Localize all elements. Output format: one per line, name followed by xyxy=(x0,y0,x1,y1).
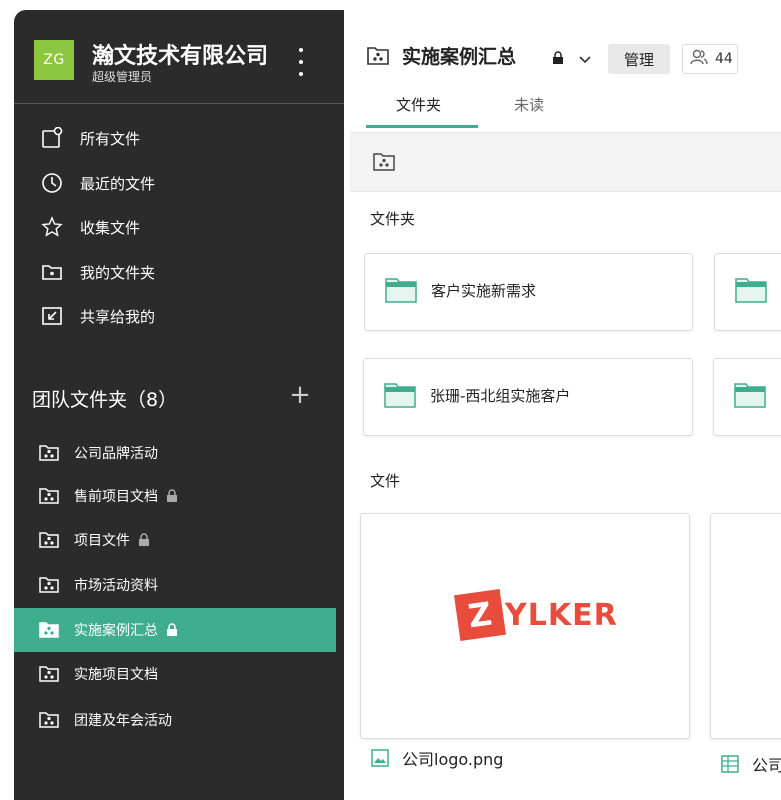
lock-icon xyxy=(552,50,564,69)
folder-card[interactable]: 客户实施新需求 xyxy=(364,253,693,331)
team-folder-icon xyxy=(39,445,59,461)
team-folders-heading: 团队文件夹（8） xyxy=(32,389,178,411)
team-folder-label: 团建及年会活动 xyxy=(74,713,172,729)
manage-button[interactable]: 管理 xyxy=(608,44,670,74)
org-avatar: ZG xyxy=(34,40,74,80)
lock-icon xyxy=(166,623,178,637)
sidebar-item-shared[interactable]: 共享给我的 xyxy=(14,296,344,336)
page-title: 实施案例汇总 xyxy=(402,46,517,68)
team-folder-icon[interactable] xyxy=(372,150,396,174)
tab-folders[interactable]: 文件夹 xyxy=(396,94,441,115)
members-icon xyxy=(689,48,709,70)
chevron-down-icon[interactable] xyxy=(578,50,592,69)
spreadsheet-file-icon xyxy=(721,755,739,773)
sidebar-item-label: 共享给我的 xyxy=(80,307,156,326)
file-card[interactable] xyxy=(710,513,781,739)
team-folder-item[interactable]: 项目文件 xyxy=(14,518,336,562)
sidebar-item-all-files[interactable]: 所有文件 xyxy=(14,118,344,158)
my-folder-icon xyxy=(40,260,64,284)
team-folder-icon xyxy=(39,577,59,593)
lock-icon xyxy=(138,533,150,547)
team-folder-label: 实施案例汇总 xyxy=(74,623,158,639)
org-name: 瀚文技术有限公司 xyxy=(92,44,269,69)
sidebar: ZG 瀚文技术有限公司 超级管理员 所有文件 最近的文件 收集文件 我的文件夹 … xyxy=(14,10,344,800)
image-file-icon xyxy=(371,749,389,767)
team-folder-icon xyxy=(39,712,59,728)
folder-card[interactable] xyxy=(713,358,781,436)
members-count: 44 xyxy=(715,51,733,67)
team-folder-item[interactable]: 实施项目文档 xyxy=(14,652,336,696)
file-name: 公司logo.png xyxy=(402,750,504,769)
file-name: 公司 xyxy=(752,756,781,775)
team-folder-item[interactable]: 团建及年会活动 xyxy=(14,698,336,742)
team-folder-label: 公司品牌活动 xyxy=(74,446,158,462)
team-folder-item[interactable]: 售前项目文档 xyxy=(14,474,336,518)
team-folder-label: 市场活动资料 xyxy=(74,578,158,594)
add-team-folder-button[interactable]: + xyxy=(288,382,312,408)
folder-icon xyxy=(735,278,767,303)
folder-name: 张珊-西北组实施客户 xyxy=(430,387,571,405)
folder-icon xyxy=(385,278,417,303)
folder-card[interactable]: 张珊-西北组实施客户 xyxy=(363,358,693,436)
sidebar-item-recent[interactable]: 最近的文件 xyxy=(14,163,344,203)
team-folder-item-active[interactable]: 实施案例汇总 xyxy=(14,608,336,652)
team-folder-icon xyxy=(367,47,389,65)
team-folder-icon xyxy=(39,488,59,504)
star-icon xyxy=(40,215,64,239)
team-folder-item[interactable]: 公司品牌活动 xyxy=(14,431,336,475)
folder-name: 客户实施新需求 xyxy=(431,282,537,300)
file-card[interactable]: Z YLKER xyxy=(360,513,690,739)
sidebar-item-label: 我的文件夹 xyxy=(80,263,156,282)
sidebar-item-label: 收集文件 xyxy=(80,218,141,237)
team-folder-icon xyxy=(39,532,59,548)
all-files-icon xyxy=(40,126,64,150)
more-menu-icon[interactable] xyxy=(296,48,306,76)
org-header[interactable]: ZG 瀚文技术有限公司 超级管理员 xyxy=(14,10,344,104)
sidebar-item-label: 最近的文件 xyxy=(80,174,156,193)
folder-card[interactable] xyxy=(714,253,781,331)
team-folder-icon xyxy=(39,622,59,638)
tab-unread[interactable]: 未读 xyxy=(514,94,544,115)
folders-section-label: 文件夹 xyxy=(370,210,416,228)
sidebar-item-label: 所有文件 xyxy=(80,129,141,148)
folder-icon xyxy=(384,383,416,408)
org-role: 超级管理员 xyxy=(92,70,153,84)
main-panel: 实施案例汇总 管理 44 文件夹 未读 文件夹 客户实施新需求 张珊-西北组实施… xyxy=(344,0,781,800)
team-folder-label: 实施项目文档 xyxy=(74,667,158,683)
team-folder-label: 售前项目文档 xyxy=(74,489,158,505)
zylker-logo-preview: Z YLKER xyxy=(454,589,618,641)
file-name-row[interactable]: 公司 xyxy=(720,752,781,776)
sidebar-item-my-folders[interactable]: 我的文件夹 xyxy=(14,252,344,292)
team-folder-label: 项目文件 xyxy=(74,533,130,549)
clock-icon xyxy=(40,171,64,195)
file-name-row[interactable]: 公司logo.png xyxy=(370,746,503,770)
folder-icon xyxy=(734,383,766,408)
lock-icon xyxy=(166,489,178,503)
files-section-label: 文件 xyxy=(370,472,401,490)
team-folder-icon xyxy=(39,666,59,682)
shared-icon xyxy=(40,304,64,328)
team-folder-item[interactable]: 市场活动资料 xyxy=(14,563,336,607)
sidebar-item-collect[interactable]: 收集文件 xyxy=(14,207,344,247)
folder-header: 实施案例汇总 管理 44 文件夹 未读 xyxy=(344,0,781,130)
members-button[interactable]: 44 xyxy=(682,44,738,74)
active-tab-indicator xyxy=(366,125,478,128)
breadcrumb xyxy=(350,132,781,192)
